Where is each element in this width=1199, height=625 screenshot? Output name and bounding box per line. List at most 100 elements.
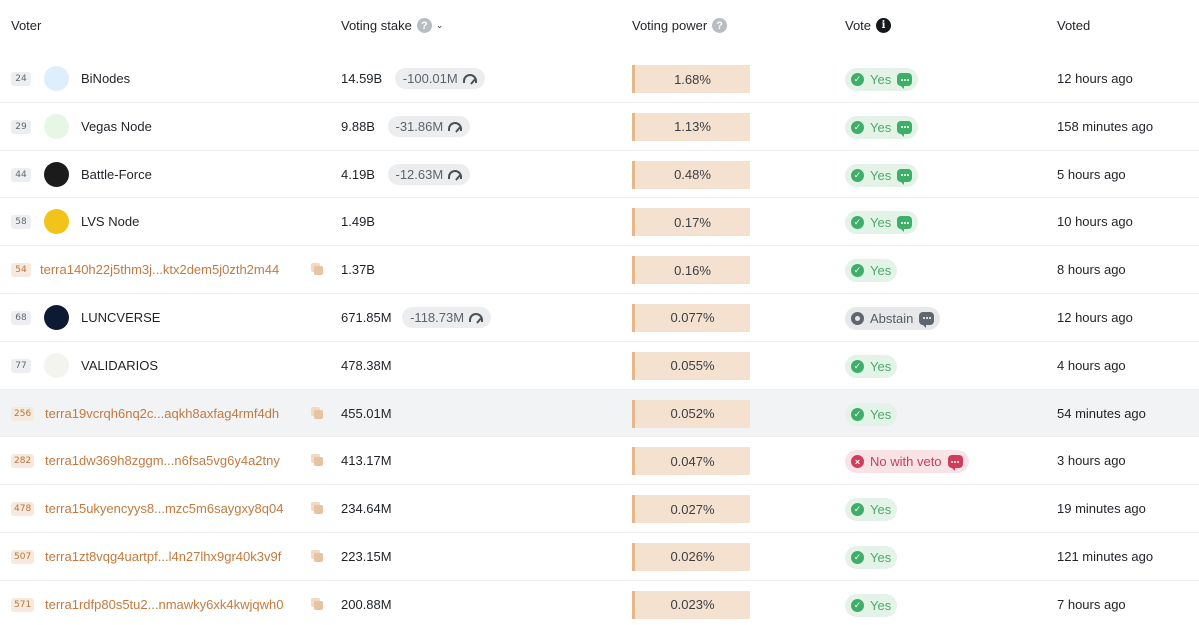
vote-badge: ✓ Yes [845,498,898,522]
vote-badge: ✓ Yes [845,211,919,235]
table-row: 571 terra1rdfp80s5tu2...nmawky6xk4kwjqwh0… [0,581,1199,625]
chat-bubble-icon[interactable] [897,120,913,137]
voting-power-bar: 0.026% [632,542,750,571]
table-row: 24 BiNodes 14.59B -100.01M 1.68% ✓ Yes 12 hours… [0,55,1199,103]
help-icon[interactable]: ? [416,18,432,33]
vote-badge: Abstain [845,306,941,330]
copy-icon[interactable] [311,454,324,467]
vote-badge: ✓ Yes [845,402,898,426]
stake-change-value: -12.63M [395,166,444,182]
chevron-down-icon[interactable]: ⌄ [436,20,444,31]
validator-name-link[interactable]: LVS Node [81,214,139,229]
rank-badge: 478 [11,502,35,517]
vote-label: Yes [870,502,892,518]
stake-change-badge: -118.73M [402,306,492,328]
address-link[interactable]: terra19vcrqh6nq2c...aqkh8axfag4rmf4dh [45,406,279,421]
gauge-icon [448,169,463,179]
check-icon: ✓ [851,120,864,134]
voting-stake-value: 200.88M [341,596,392,612]
address-link[interactable]: terra1zt8vqg4uartpf...l4n27lhx9gr40k3v9f [45,549,281,564]
info-icon[interactable]: i [876,18,892,33]
voting-stake-value: 671.85M [341,309,392,325]
check-icon: ✓ [851,598,864,612]
voting-power-header-label: Voting power [632,18,708,33]
rank-badge: 571 [11,597,35,612]
table-row: 54 terra140h22j5thm3j...ktx2dem5j0zth2m44… [0,246,1199,294]
gauge-icon [469,312,484,322]
chat-bubble-icon[interactable] [919,311,935,328]
validator-name-link[interactable]: LUNCVERSE [81,310,160,325]
vote-badge: ✓ Yes [845,68,919,91]
voted-time: 4 hours ago [1057,357,1126,373]
lvs-node-logo [44,209,69,235]
voting-power-bar: 0.027% [632,495,750,524]
table-row: 478 terra15ukyencyys8...mzc5m6saygxy8q04 2… [0,485,1199,533]
column-header-voted: Voted [1057,18,1090,33]
address-link[interactable]: terra140h22j5thm3j...ktx2dem5j0zth2m44 [40,262,279,277]
vote-badge: ✓ Yes [845,115,919,139]
validator-name-link[interactable]: VALIDARIOS [81,358,158,373]
vote-label: Yes [870,549,892,565]
table-row: 44 Battle-Force 4.19B -12.63M 0.48% ✓ Yes 5 hou… [0,151,1199,199]
check-icon: ✓ [851,264,864,278]
voted-time: 12 hours ago [1057,71,1133,86]
copy-icon[interactable] [311,597,324,611]
copy-icon[interactable] [311,406,324,420]
voting-stake-value: 14.59B [341,71,383,86]
validarios-logo [44,352,69,378]
voting-stake-value: 1.37B [341,262,375,278]
check-icon: ✓ [851,550,864,564]
voting-power-bar: 0.023% [632,590,750,619]
copy-icon[interactable] [311,549,324,563]
stake-change-value: -31.86M [395,118,444,134]
voting-stake-value: 478.38M [341,357,392,373]
address-link[interactable]: terra15ukyencyys8...mzc5m6saygxy8q04 [45,501,283,516]
voted-header-label: Voted [1057,18,1091,33]
vote-label: Yes [870,597,892,613]
check-icon: ✓ [851,503,864,517]
rank-badge: 282 [11,454,35,469]
vote-label: Abstain [870,310,914,326]
voting-stake-value: 455.01M [341,405,392,421]
validator-name-link[interactable]: Vegas Node [81,119,152,134]
vote-badge: × No with veto [845,450,969,474]
rank-badge: 507 [11,549,35,564]
address-link[interactable]: terra1rdfp80s5tu2...nmawky6xk4kwjqwh0 [45,597,283,612]
table-header: Voter Voting stake ? ⌄ Voting power ? Vo… [0,0,1199,55]
rank-badge: 58 [11,215,31,230]
vote-label: Yes [870,72,892,87]
column-header-vote: Vote i [845,18,892,33]
chat-bubble-icon[interactable] [897,168,913,185]
address-link[interactable]: terra1dw369h8zggm...n6fsa5vg6y4a2tny [45,453,280,468]
vote-badge: ✓ Yes [845,163,919,187]
copy-icon[interactable] [311,263,324,276]
voting-power-bar: 0.17% [632,208,750,237]
voted-time: 158 minutes ago [1057,118,1154,134]
table-row: 29 Vegas Node 9.88B -31.86M 1.13% ✓ Yes 158 min… [0,103,1199,151]
voting-power-bar: 0.052% [632,399,750,428]
help-icon[interactable]: ? [712,18,728,33]
validator-name-link[interactable]: BiNodes [81,71,130,86]
voting-power-bar: 1.68% [632,65,750,93]
copy-icon[interactable] [311,502,324,515]
stake-change-value: -100.01M [402,71,458,86]
rank-badge: 256 [11,406,35,421]
chat-bubble-icon[interactable] [897,216,913,233]
chat-bubble-icon[interactable] [947,455,963,472]
voting-power-bar: 0.16% [632,256,750,285]
voted-time: 7 hours ago [1057,596,1126,612]
voting-stake-value: 413.17M [341,453,392,469]
vote-badge: ✓ Yes [845,545,898,569]
vegas-node-logo [44,113,69,139]
stake-change-badge: -12.63M [387,163,471,185]
column-header-voter: Voter [11,18,41,33]
vote-badge: ✓ Yes [845,259,898,283]
x-icon: × [851,455,864,469]
chat-bubble-icon[interactable] [897,73,913,89]
stake-change-value: -118.73M [410,309,465,325]
column-header-voting-stake[interactable]: Voting stake ? ⌄ [341,18,443,33]
voting-power-bar: 1.13% [632,112,750,141]
validator-name-link[interactable]: Battle-Force [81,167,152,182]
voted-time: 5 hours ago [1057,166,1126,182]
luncverse-logo [44,304,69,330]
